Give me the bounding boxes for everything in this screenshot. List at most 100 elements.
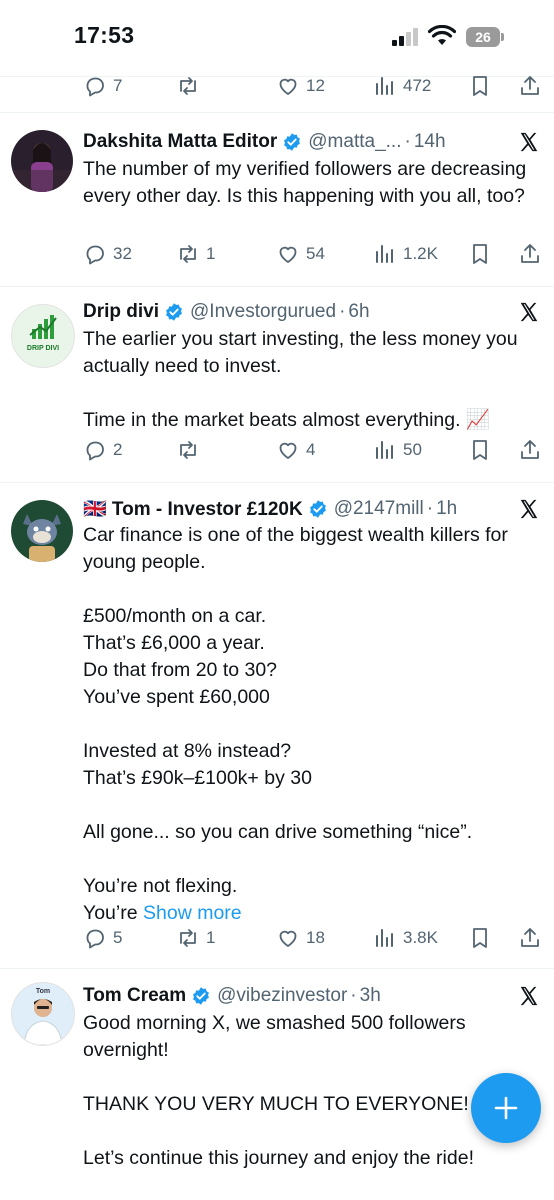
- tweet-age: 14h: [413, 131, 446, 152]
- analytics-icon: [376, 441, 393, 459]
- analytics-icon: [376, 929, 393, 947]
- analytics-icon: [376, 77, 393, 95]
- tweet[interactable]: 🇬🇧 Tom - Investor £120K @2147mill · 1h C…: [0, 482, 554, 968]
- heart-icon: [279, 442, 297, 459]
- share-button[interactable]: [518, 926, 542, 950]
- author-name[interactable]: Dakshita Matta Editor: [83, 131, 277, 153]
- heart-icon: [279, 78, 297, 95]
- repost-count: 1: [206, 244, 216, 263]
- repost-button[interactable]: 1: [176, 926, 215, 950]
- tweet-header: Dakshita Matta Editor @matta_... · 14h: [83, 131, 446, 153]
- avatar[interactable]: DRIP DIVI: [11, 304, 75, 368]
- tweet-header: Tom Cream @vibezinvestor · 3h: [83, 985, 381, 1007]
- views-count: 3.8K: [403, 928, 438, 947]
- bookmark-icon: [473, 244, 487, 264]
- tweet[interactable]: Dakshita Matta Editor @matta_... · 14h T…: [0, 112, 554, 286]
- verified-badge-icon: [309, 500, 326, 518]
- reply-button[interactable]: 5: [83, 926, 122, 950]
- like-count: 54: [306, 244, 325, 263]
- x-logo-icon[interactable]: [518, 131, 540, 153]
- tweet-actions: 5 1 18 3.8K: [0, 926, 554, 956]
- repost-count: 1: [206, 928, 216, 947]
- avatar[interactable]: Tom: [11, 982, 75, 1046]
- prev-tweet-actions: 7 12 472: [0, 74, 554, 104]
- like-button[interactable]: 4: [276, 438, 315, 462]
- repost-button[interactable]: 1: [176, 242, 215, 266]
- reply-icon: [86, 77, 104, 97]
- bookmark-button[interactable]: [468, 926, 492, 950]
- x-logo-icon[interactable]: [518, 301, 540, 323]
- tweet-age: 3h: [359, 985, 381, 1006]
- like-button[interactable]: 54: [276, 242, 325, 266]
- reply-button[interactable]: 7: [83, 74, 122, 98]
- compose-button[interactable]: [471, 1073, 541, 1143]
- tweet[interactable]: Tom Tom Cream @vibezinvestor · 3h Good m…: [0, 968, 554, 1200]
- views-button[interactable]: 472: [373, 74, 431, 98]
- author-name[interactable]: Tom Cream: [83, 985, 186, 1007]
- reply-icon: [86, 245, 104, 265]
- repost-button[interactable]: [176, 74, 206, 98]
- tweet-text: Car finance is one of the biggest wealth…: [83, 524, 508, 924]
- tweet-text: The earlier you start investing, the les…: [83, 328, 518, 431]
- tweet-actions: 32 1 54 1.2K: [0, 242, 554, 272]
- views-button[interactable]: 3.8K: [373, 926, 438, 950]
- verified-badge-icon: [284, 133, 301, 151]
- tweet-text: The number of my verified followers are …: [83, 158, 527, 207]
- share-button[interactable]: [518, 438, 542, 462]
- reply-button[interactable]: 32: [83, 242, 132, 266]
- heart-icon: [279, 930, 297, 947]
- author-handle[interactable]: @2147mill: [334, 498, 424, 520]
- like-button[interactable]: 18: [276, 926, 325, 950]
- battery-icon: 26: [466, 27, 504, 47]
- reply-icon: [86, 929, 104, 949]
- repost-button[interactable]: [176, 438, 206, 462]
- verified-badge-icon: [166, 303, 182, 321]
- bookmark-icon: [473, 928, 487, 948]
- tweet-header: 🇬🇧 Tom - Investor £120K @2147mill · 1h: [83, 497, 458, 521]
- avatar[interactable]: [11, 500, 73, 562]
- author-handle[interactable]: @vibezinvestor: [217, 985, 347, 1007]
- tweet[interactable]: DRIP DIVI Drip divi @Investorgurued · 6h…: [0, 286, 554, 482]
- battery-level: 26: [466, 27, 500, 47]
- repost-icon: [180, 441, 196, 459]
- views-count: 472: [403, 76, 432, 95]
- cellular-signal-icon: [392, 28, 418, 46]
- bookmark-icon: [473, 76, 487, 96]
- share-button[interactable]: [518, 74, 542, 98]
- like-count: 18: [306, 928, 325, 947]
- bookmark-button[interactable]: [468, 242, 492, 266]
- author-handle[interactable]: @matta_...: [308, 131, 401, 153]
- show-more-link[interactable]: Show more: [143, 902, 242, 924]
- like-button[interactable]: 12: [276, 74, 325, 98]
- views-button[interactable]: 1.2K: [373, 242, 438, 266]
- views-count: 50: [403, 440, 422, 459]
- x-logo-icon[interactable]: [518, 498, 540, 520]
- reply-icon: [86, 441, 104, 461]
- author-name[interactable]: Drip divi: [83, 301, 159, 323]
- verified-badge-icon: [193, 987, 210, 1005]
- reply-count: 2: [113, 440, 123, 459]
- author-name[interactable]: 🇬🇧 Tom - Investor £120K: [83, 497, 303, 521]
- views-count: 1.2K: [403, 244, 438, 263]
- status-bar: 17:53 26: [0, 0, 554, 76]
- reply-count: 7: [113, 76, 123, 95]
- reply-button[interactable]: 2: [83, 438, 122, 462]
- author-handle[interactable]: @Investorgurued: [190, 301, 336, 323]
- repost-icon: [180, 77, 196, 95]
- avatar-label: Tom: [36, 988, 50, 995]
- status-time: 17:53: [74, 22, 135, 48]
- share-button[interactable]: [518, 242, 542, 266]
- reply-count: 32: [113, 244, 132, 263]
- views-button[interactable]: 50: [373, 438, 422, 462]
- bookmark-button[interactable]: [468, 74, 492, 98]
- tweet-header: Drip divi @Investorgurued · 6h: [83, 301, 370, 323]
- reply-count: 5: [113, 928, 123, 947]
- analytics-icon: [376, 245, 393, 263]
- bookmark-button[interactable]: [468, 438, 492, 462]
- repost-icon: [180, 929, 196, 947]
- tweet-age: 1h: [436, 498, 458, 519]
- bookmark-icon: [473, 440, 487, 460]
- x-logo-icon[interactable]: [518, 985, 540, 1007]
- share-icon: [521, 244, 539, 263]
- avatar[interactable]: [11, 130, 73, 192]
